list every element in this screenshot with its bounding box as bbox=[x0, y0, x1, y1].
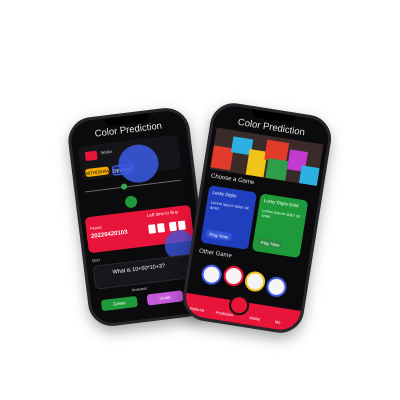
game-card-lucky-digits[interactable]: Lucky Digits Lorem ipsum dolor sit amet … bbox=[200, 185, 257, 250]
play-button[interactable]: Play Now bbox=[256, 237, 284, 250]
section-other-game: Other Game bbox=[198, 248, 233, 260]
tab-wallet[interactable]: Wallet bbox=[249, 315, 261, 322]
block bbox=[265, 158, 289, 181]
card-title: Lucky Digits bbox=[212, 189, 237, 199]
tab-me[interactable]: Me bbox=[275, 319, 281, 325]
bottom-tab-bar: Referral Prediction Wallet Me bbox=[182, 292, 301, 333]
withdraw-button[interactable]: WITHDRAW bbox=[84, 166, 110, 178]
wallet-icon bbox=[84, 150, 98, 162]
timer-digit-2 bbox=[156, 223, 166, 233]
card-desc: Lorem ipsum dolor sit amet bbox=[209, 199, 250, 211]
play-button[interactable]: Play Now bbox=[205, 229, 233, 242]
block bbox=[298, 165, 322, 186]
game-icon-1[interactable] bbox=[200, 263, 224, 287]
answer-violet-button[interactable]: Violet bbox=[146, 290, 184, 306]
section-choose-game: Choose a Game bbox=[210, 173, 255, 187]
quiz-label: Quiz bbox=[91, 257, 101, 264]
answer-green-button[interactable]: Green bbox=[100, 295, 138, 312]
timer-label: Left time to Buy bbox=[146, 209, 179, 219]
slider-knob[interactable] bbox=[120, 183, 128, 190]
card-desc: Lorem ipsum dolor sit amet bbox=[261, 207, 301, 220]
phone-right: Color Prediction Choose a Game Lucky Dig… bbox=[179, 99, 335, 337]
wallet-label: Wallet bbox=[100, 148, 113, 156]
game-card-lucky-digits-gold[interactable]: Lucky Digits Gold Lorem ipsum dolor sit … bbox=[251, 193, 309, 259]
game-icon-3[interactable] bbox=[243, 270, 267, 293]
game-icon-2[interactable] bbox=[222, 264, 246, 288]
block bbox=[210, 145, 234, 171]
period-label: Period bbox=[89, 224, 102, 232]
game-icon-4[interactable] bbox=[265, 275, 288, 299]
period-number: 20220420103 bbox=[90, 229, 128, 240]
quiz-card: What is 10+50*10+3? bbox=[92, 253, 197, 290]
timer-digit-4 bbox=[177, 220, 186, 231]
quiz-question: What is 10+50*10+3? bbox=[112, 263, 166, 276]
answers-label: Answers bbox=[131, 285, 148, 293]
tab-referral[interactable]: Referral bbox=[190, 306, 205, 313]
location-pin-icon bbox=[124, 195, 138, 209]
card-title: Lucky Digits Gold bbox=[263, 197, 299, 209]
timer-digit-1 bbox=[148, 224, 157, 234]
